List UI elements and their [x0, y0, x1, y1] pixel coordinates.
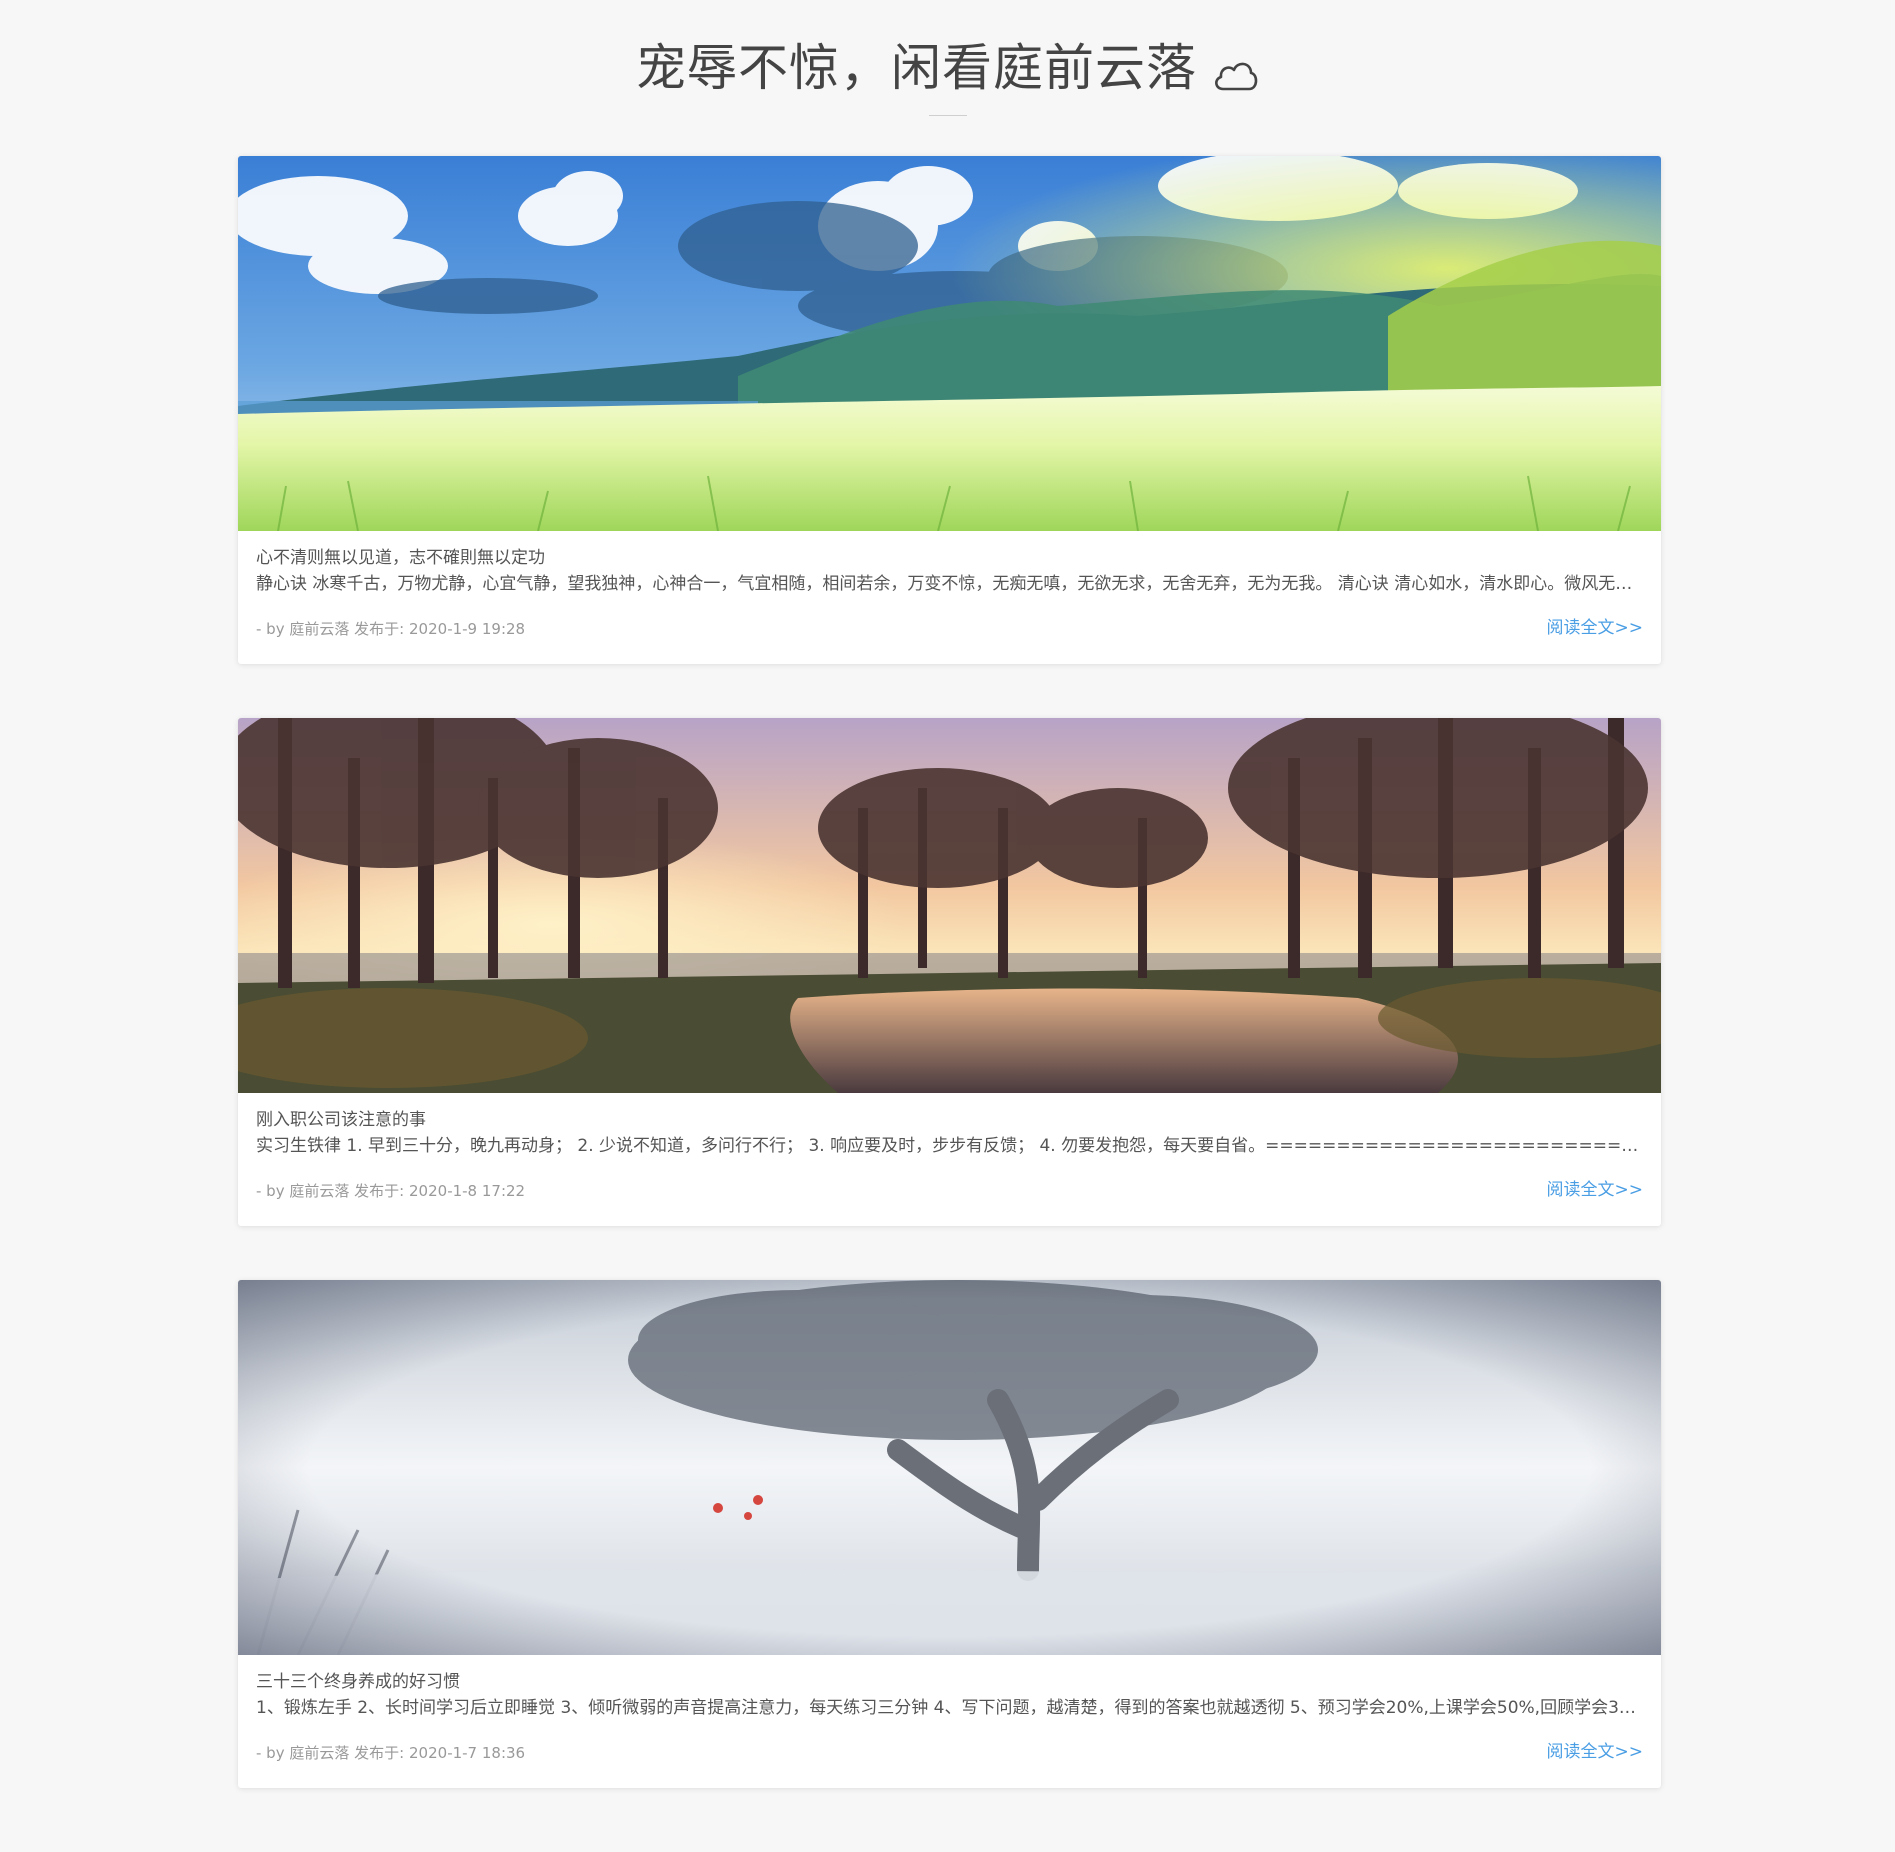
post-date: 2020-1-9 19:28 [409, 620, 526, 638]
site-title-text: 宠辱不惊，闲看庭前云落 [636, 39, 1197, 97]
post-title[interactable]: 心不清则無以见道，志不確則無以定功 [256, 546, 1636, 570]
post-meta: - by 庭前云落 发布于: 2020-1-7 18:36 [256, 1743, 525, 1763]
author-prefix: - by [256, 1182, 285, 1200]
post-cover-image[interactable] [238, 156, 1661, 531]
read-more-link[interactable]: 阅读全文>> [1547, 1179, 1644, 1201]
post-summary: 实习生铁律 1. 早到三十分，晚九再动身； 2. 少说不知道，多问行不行； 3.… [256, 1136, 1644, 1156]
post-author: 庭前云落 [289, 620, 350, 638]
post-date: 2020-1-7 18:36 [409, 1744, 526, 1762]
author-prefix: - by [256, 620, 285, 638]
post-cover-image[interactable] [238, 718, 1661, 1093]
post-title[interactable]: 三十三个终身养成的好习惯 [256, 1670, 1636, 1694]
post-author: 庭前云落 [289, 1744, 350, 1762]
post-summary: 静心诀 冰寒千古，万物尤静，心宜气静，望我独神，心神合一，气宜相随，相间若余，万… [256, 574, 1644, 594]
published-label: 发布于: [354, 1182, 405, 1200]
cloud-icon [1211, 46, 1259, 90]
title-divider [929, 115, 967, 116]
published-label: 发布于: [354, 1744, 405, 1762]
site-title: 宠辱不惊，闲看庭前云落 [0, 36, 1895, 100]
post-date: 2020-1-8 17:22 [409, 1182, 526, 1200]
site-header: 宠辱不惊，闲看庭前云落 [0, 0, 1895, 120]
post-author: 庭前云落 [289, 1182, 350, 1200]
post-meta: - by 庭前云落 发布于: 2020-1-9 19:28 [256, 619, 525, 639]
post-cover-image[interactable] [238, 1280, 1661, 1655]
post-meta: - by 庭前云落 发布于: 2020-1-8 17:22 [256, 1181, 525, 1201]
read-more-link[interactable]: 阅读全文>> [1547, 617, 1644, 639]
post-card: 刚入职公司该注意的事 实习生铁律 1. 早到三十分，晚九再动身； 2. 少说不知… [238, 718, 1661, 1226]
post-title[interactable]: 刚入职公司该注意的事 [256, 1108, 1636, 1132]
post-summary: 1、锻炼左手 2、长时间学习后立即睡觉 3、倾听微弱的声音提高注意力，每天练习三… [256, 1698, 1644, 1718]
read-more-link[interactable]: 阅读全文>> [1547, 1741, 1644, 1763]
post-card: 心不清则無以见道，志不確則無以定功 静心诀 冰寒千古，万物尤静，心宜气静，望我独… [238, 156, 1661, 664]
author-prefix: - by [256, 1744, 285, 1762]
post-card: 三十三个终身养成的好习惯 1、锻炼左手 2、长时间学习后立即睡觉 3、倾听微弱的… [238, 1280, 1661, 1788]
published-label: 发布于: [354, 620, 405, 638]
